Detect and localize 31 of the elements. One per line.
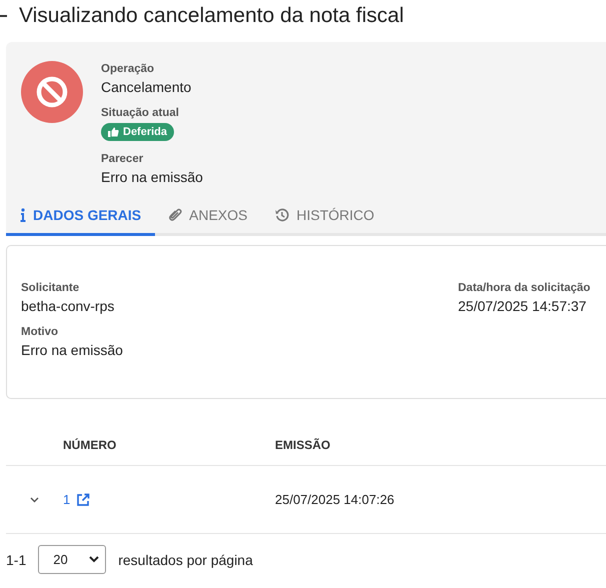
field-label: Motivo bbox=[21, 326, 58, 338]
field-value: betha-conv-rps bbox=[21, 298, 114, 314]
info-icon bbox=[20, 208, 26, 222]
history-icon bbox=[275, 208, 290, 222]
column-header: NÚMERO bbox=[63, 438, 118, 452]
prohibited-icon bbox=[21, 61, 83, 123]
status-badge: Deferida bbox=[101, 123, 174, 141]
page-size-select[interactable]: 20 bbox=[38, 545, 106, 574]
page-title: Visualizando cancelamento da nota fiscal bbox=[19, 4, 404, 28]
external-link-icon[interactable] bbox=[76, 492, 90, 506]
page-size-label: resultados por página bbox=[118, 552, 253, 568]
field-value: Erro na emissão bbox=[101, 169, 203, 185]
tab[interactable]: HISTÓRICO bbox=[261, 199, 388, 236]
field-label: Data/hora da solicitação bbox=[458, 282, 590, 294]
tab[interactable]: DADOS GERAIS bbox=[6, 199, 156, 236]
thumbs-up-icon bbox=[108, 127, 119, 137]
number-link[interactable]: 1 bbox=[63, 492, 70, 507]
paperclip-icon bbox=[169, 208, 182, 222]
tab[interactable]: ANEXOS bbox=[155, 199, 262, 236]
column-header: EMISSÃO bbox=[275, 438, 330, 452]
table-cell: 25/07/2025 14:07:26 bbox=[275, 492, 394, 507]
chevron-icon[interactable] bbox=[30, 496, 39, 502]
field-value: Erro na emissão bbox=[21, 342, 123, 358]
field-label: Solicitante bbox=[21, 282, 80, 294]
field-value: Cancelamento bbox=[101, 79, 192, 95]
field-label: Situação atual bbox=[101, 107, 179, 119]
field-label: Parecer bbox=[101, 153, 144, 165]
field-value: 25/07/2025 14:57:37 bbox=[458, 298, 586, 314]
field-label: Operação bbox=[101, 63, 154, 75]
caret-icon bbox=[89, 556, 100, 563]
result-range: 1-1 bbox=[6, 552, 26, 568]
